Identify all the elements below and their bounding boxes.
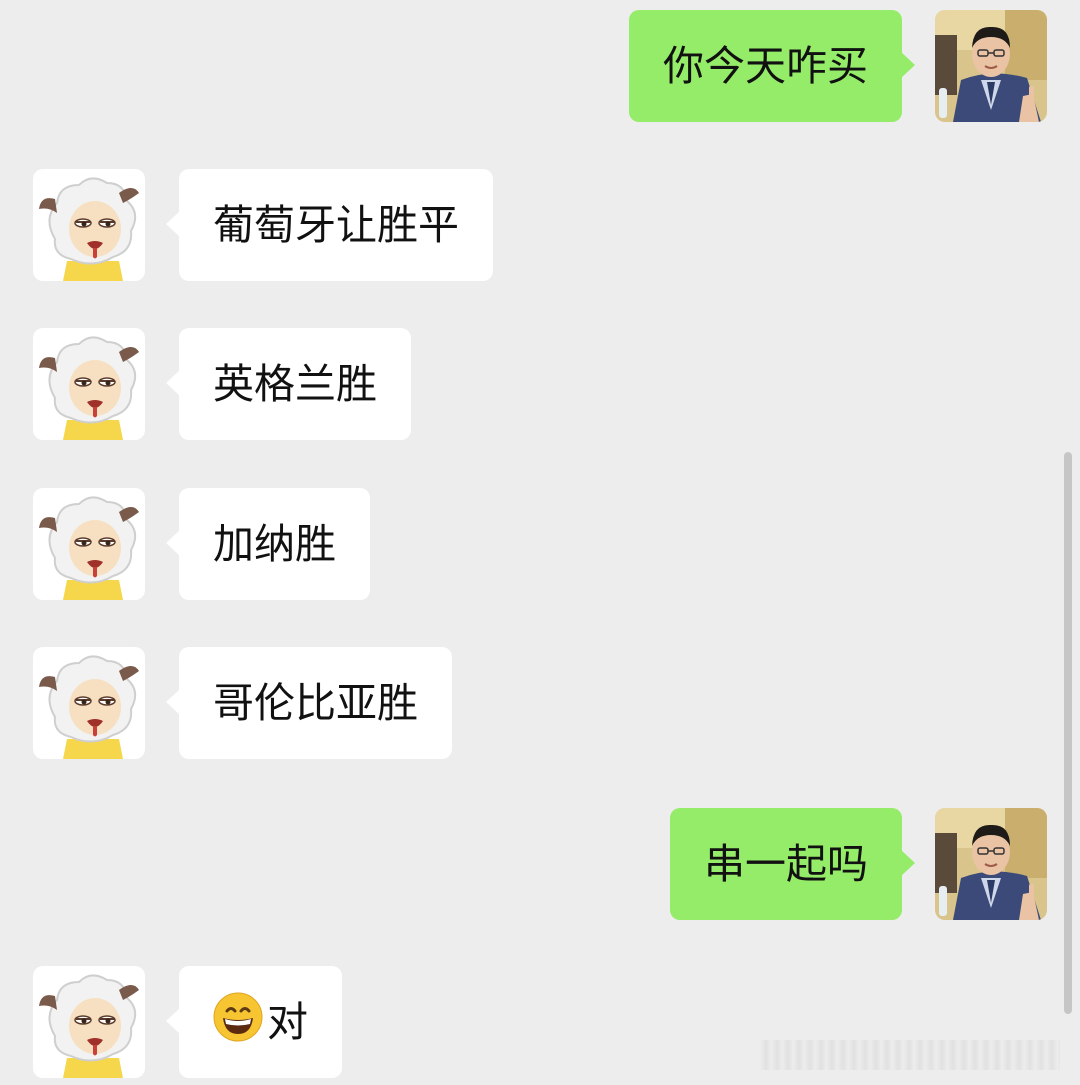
message-text: 哥伦比亚胜 — [213, 679, 418, 727]
sent-message-bubble[interactable]: 你今天咋买 — [629, 10, 915, 122]
sheep-avatar[interactable] — [33, 966, 145, 1078]
sent-message-bubble[interactable]: 串一起吗 — [670, 808, 915, 920]
message-row: 串一起吗 — [0, 808, 1080, 920]
sheep-avatar[interactable] — [33, 169, 145, 281]
message-text: 串一起吗 — [704, 840, 868, 888]
received-message-bubble[interactable]: 对 — [166, 966, 342, 1078]
message-text: 葡萄牙让胜平 — [213, 201, 459, 249]
scrollbar[interactable] — [1064, 452, 1072, 1014]
received-message-bubble[interactable]: 英格兰胜 — [166, 328, 411, 440]
message-row: 葡萄牙让胜平 — [0, 169, 1080, 281]
message-text: 加纳胜 — [213, 520, 336, 568]
grinning-face-emoji-icon — [213, 972, 263, 1042]
message-row: 英格兰胜 — [0, 328, 1080, 440]
message-row: 你今天咋买 — [0, 10, 1080, 122]
message-row: 加纳胜 — [0, 488, 1080, 600]
sheep-avatar[interactable] — [33, 488, 145, 600]
received-message-bubble[interactable]: 加纳胜 — [166, 488, 370, 600]
chat-message-list: 你今天咋买 葡萄牙让胜平 英格兰胜 加纳胜 哥伦比亚胜 串一起吗 对 — [0, 0, 1080, 1085]
message-text: 你今天咋买 — [663, 42, 868, 90]
sheep-avatar[interactable] — [33, 647, 145, 759]
man-avatar[interactable] — [935, 808, 1047, 920]
sheep-avatar[interactable] — [33, 328, 145, 440]
man-avatar[interactable] — [935, 10, 1047, 122]
received-message-bubble[interactable]: 葡萄牙让胜平 — [166, 169, 493, 281]
message-text: 对 — [267, 998, 308, 1046]
bottom-watermark-strip — [760, 1040, 1060, 1070]
received-message-bubble[interactable]: 哥伦比亚胜 — [166, 647, 452, 759]
message-text: 英格兰胜 — [213, 360, 377, 408]
message-row: 哥伦比亚胜 — [0, 647, 1080, 759]
